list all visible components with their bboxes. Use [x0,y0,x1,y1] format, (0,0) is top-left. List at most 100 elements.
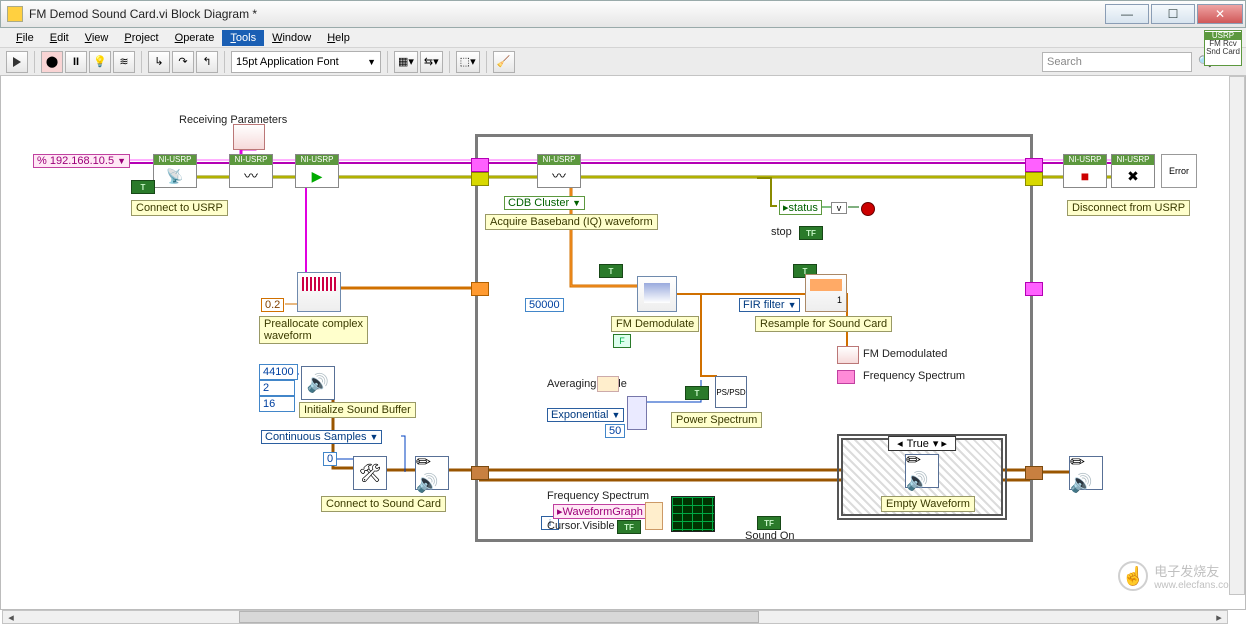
search-placeholder: Search [1047,56,1082,68]
freq-spec-terminal[interactable] [837,370,855,384]
menu-file[interactable]: File [8,30,42,46]
maximize-button[interactable]: ☐ [1151,4,1195,24]
fm-demod-terminal[interactable] [837,346,859,364]
step-over-button[interactable]: ↷ [172,51,194,73]
usrp-configure[interactable]: NI-USRP 〰 [229,154,273,188]
prealloc-label: Preallocate complex waveform [259,316,368,344]
highlight-exec-button[interactable]: 💡 [89,51,111,73]
buf-val-2[interactable]: 16 [259,396,295,412]
case-selector[interactable]: ◂ True ▾ ▸ [888,436,956,451]
sound-write-inside-case[interactable]: ✏🔊 [905,454,939,488]
connect-usrp-label: Connect to USRP [131,200,228,216]
align-button[interactable]: ▦▾ [394,51,418,73]
usrp-initiate[interactable]: NI-USRP ▶ [295,154,339,188]
power-spectrum-label: Power Spectrum [671,412,762,428]
usrp-open-rx[interactable]: NI-USRP 📡 [153,154,197,188]
menu-bar: File Edit View Project Operate Tools Win… [0,28,1246,48]
waveform-graph-ref[interactable]: ▸WaveformGraph [553,504,647,519]
run-button[interactable] [6,51,28,73]
error-text: Error [1169,166,1189,176]
acquire-label: Acquire Baseband (IQ) waveform [485,214,658,230]
loop-tunnel-error-in [471,172,489,186]
font-selector[interactable]: 15pt Application Font ▼ [231,51,381,73]
hscroll-right-arrow[interactable]: ▸ [1211,611,1227,623]
menu-edit[interactable]: Edit [42,30,77,46]
continuous-samples-select[interactable]: Continuous Samples▼ [261,430,382,444]
error-handler[interactable]: Error [1161,154,1197,188]
distribute-button[interactable]: ⇆▾ [420,51,443,73]
search-box[interactable]: Search [1042,52,1192,72]
prealloc-const[interactable]: 0.2 [261,298,284,312]
ip-address-value: 192.168.10.5 [50,155,114,167]
fifty-const[interactable]: 50 [605,424,625,438]
property-node[interactable] [645,502,663,530]
reorder-button[interactable]: ⬚▾ [456,51,480,73]
usrp-abort[interactable]: NI-USRP ■ [1063,154,1107,188]
ip-address-control[interactable]: % 192.168.10.5▼ [33,154,130,168]
abort-button[interactable]: ⬤ [41,51,63,73]
retain-wire-button[interactable]: ≋ [113,51,135,73]
sound-on-tf[interactable]: TF [757,516,781,530]
menu-operate[interactable]: Operate [167,30,223,46]
resample-node[interactable]: 1 [805,274,847,312]
or-node[interactable]: v [831,202,847,214]
loop-tunnel-session-in [471,158,489,172]
exponential-select[interactable]: Exponential▼ [547,408,624,422]
zero-const[interactable]: 0 [323,452,337,466]
loop-shift-reg [1025,282,1043,296]
prealloc-node[interactable] [297,272,341,312]
watermark-icon: ☝ [1118,561,1148,591]
power-spectrum-node[interactable]: PS/PSD [715,376,747,408]
vi-icon-tile[interactable]: USRP FM Rcv Snd Card [1204,30,1242,66]
buf-val-1[interactable]: 2 [259,380,295,396]
menu-help[interactable]: Help [319,30,358,46]
toolbar: ⬤ II 💡 ≋ ↳ ↷ ↰ 15pt Application Font ▼ ▦… [0,48,1246,76]
f-const[interactable]: F [613,334,631,348]
usrp-close[interactable]: NI-USRP ✖ [1111,154,1155,188]
minimize-button[interactable]: — [1105,4,1149,24]
fm-demod-node[interactable] [637,276,677,312]
watermark-url: www.elecfans.com [1154,580,1237,591]
resample-label: Resample for Sound Card [755,316,892,332]
fm-demod-term-label: FM Demodulated [863,348,947,360]
receiving-parameters-cluster[interactable] [233,124,265,150]
close-button[interactable]: ✕ [1197,4,1243,24]
cursor-visible-tf[interactable]: TF [617,520,641,534]
cleanup-button[interactable]: 🧹 [493,51,515,73]
sound-write-node-1[interactable]: ✏🔊 [415,456,449,490]
usrp-fetch[interactable]: NI-USRP 〰 [537,154,581,188]
menu-view[interactable]: View [77,30,117,46]
bundle-node[interactable] [627,396,647,430]
sound-buffer-node[interactable]: 🔊 [301,366,335,400]
fir-filter-select[interactable]: FIR filter▼ [739,298,800,312]
menu-project[interactable]: Project [116,30,166,46]
status-unbundle[interactable]: ▸status [779,200,822,215]
loop-tunnel-wave-in [471,282,489,296]
horizontal-scrollbar[interactable]: ◂ ▸ [2,610,1228,624]
cursor-visible-label: Cursor.Visible [547,520,615,532]
menu-window[interactable]: Window [264,30,319,46]
disconnect-usrp-label: Disconnect from USRP [1067,200,1190,216]
t-const-2[interactable]: T [599,264,623,278]
hscroll-left-arrow[interactable]: ◂ [3,611,19,623]
loop-stop-terminal[interactable] [861,202,875,216]
pause-button[interactable]: II [65,51,87,73]
buf-val-0[interactable]: 44100 [259,364,298,380]
font-label: 15pt Application Font [236,56,339,68]
t-const-4[interactable]: T [685,386,709,400]
step-out-button[interactable]: ↰ [196,51,218,73]
menu-tools[interactable]: Tools [222,30,264,46]
hscroll-thumb[interactable] [239,611,759,623]
avg-enum-icon[interactable] [597,376,619,392]
sound-config-node[interactable]: 🛠 [353,456,387,490]
vertical-scrollbar[interactable] [1229,76,1245,595]
block-diagram-canvas[interactable]: % 192.168.10.5▼ Receiving Parameters NI-… [0,76,1246,610]
fifty-k-const[interactable]: 50000 [525,298,564,312]
t-const-1[interactable]: T [131,180,155,194]
sound-clear-node[interactable]: ✏🔊 [1069,456,1103,490]
step-into-button[interactable]: ↳ [148,51,170,73]
stop-control[interactable]: TF [799,226,823,240]
cdb-cluster-select[interactable]: CDB Cluster▼ [504,196,585,210]
sound-on-label: Sound On [745,530,795,542]
freq-spec2-label: Frequency Spectrum [547,490,649,502]
